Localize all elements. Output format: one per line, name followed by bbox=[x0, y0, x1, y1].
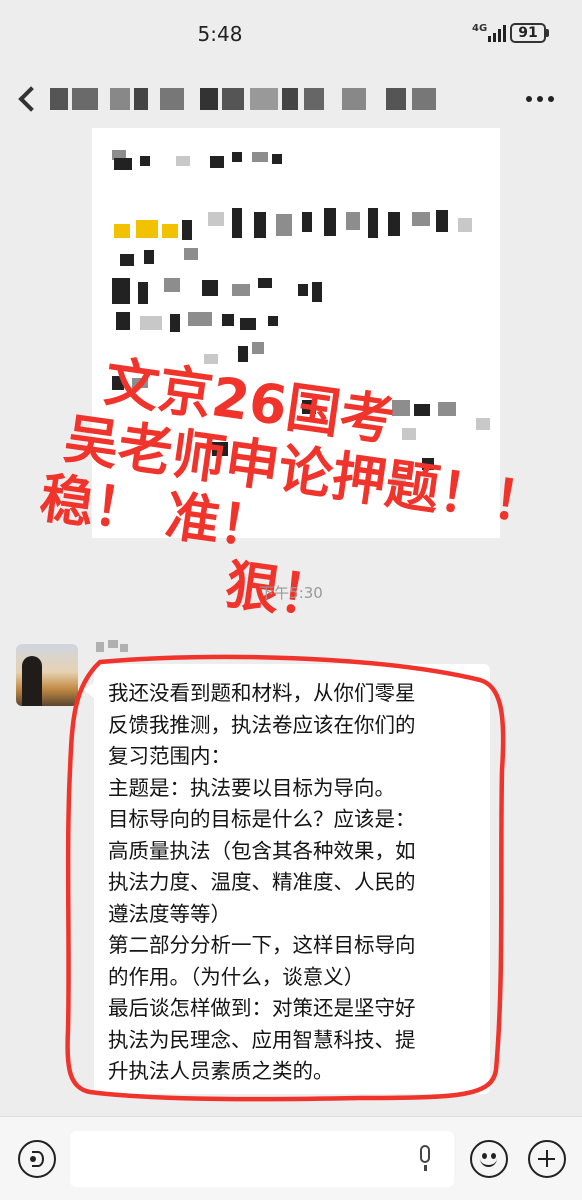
input-bar bbox=[0, 1116, 582, 1200]
message-line: 的作用。（为什么，谈意义） bbox=[108, 964, 365, 989]
avatar[interactable] bbox=[16, 644, 78, 706]
status-bar: 5:48 4G 91 bbox=[0, 0, 582, 70]
status-time: 5:48 bbox=[197, 22, 243, 46]
message-bubble[interactable]: 我还没看到题和材料，从你们零星 反馈我推测，执法卷应该在你们的 复习范围内： 主… bbox=[94, 664, 490, 1094]
bubble-tail bbox=[84, 682, 94, 698]
chat-title-pixelated bbox=[50, 88, 450, 112]
battery-icon: 91 bbox=[510, 23, 546, 43]
message-timestamp: 下午5:30 bbox=[259, 584, 323, 602]
message-line: 执法为民理念、应用智慧科技、提 bbox=[108, 1027, 416, 1052]
message-line: 遵法度等等） bbox=[108, 901, 231, 926]
battery-tip bbox=[546, 29, 549, 37]
network-indicator: 4G bbox=[472, 23, 488, 34]
signal-icon bbox=[488, 24, 508, 42]
voice-icon[interactable] bbox=[18, 1140, 56, 1178]
message-line: 最后谈怎样做到：对策还是坚守好 bbox=[108, 996, 416, 1020]
message-line: 主题是：执法要以目标为导向。 bbox=[108, 775, 395, 800]
mic-icon[interactable] bbox=[418, 1145, 432, 1173]
message-line: 反馈我推测，执法卷应该在你们的 bbox=[108, 712, 416, 737]
message-line: 高质量执法（包含其各种效果，如 bbox=[108, 838, 416, 863]
message-line: 目标导向的目标是什么？应该是： bbox=[108, 807, 416, 831]
emoji-icon[interactable] bbox=[470, 1140, 508, 1178]
plus-icon[interactable] bbox=[528, 1140, 566, 1178]
chat-header bbox=[0, 70, 582, 128]
image-message[interactable] bbox=[92, 128, 500, 538]
message-input[interactable] bbox=[70, 1131, 454, 1187]
back-icon[interactable] bbox=[18, 86, 44, 112]
message-line: 第二部分分析一下，这样目标导向 bbox=[108, 933, 416, 957]
message-line: 复习范围内： bbox=[108, 744, 231, 768]
message-line: 执法力度、温度、精准度、人民的 bbox=[108, 870, 416, 894]
more-icon[interactable] bbox=[526, 96, 556, 104]
message-line: 升执法人员素质之类的。 bbox=[108, 1059, 334, 1083]
sender-name-pixelated bbox=[96, 640, 132, 654]
message-line: 我还没看到题和材料，从你们零星 bbox=[108, 681, 416, 705]
